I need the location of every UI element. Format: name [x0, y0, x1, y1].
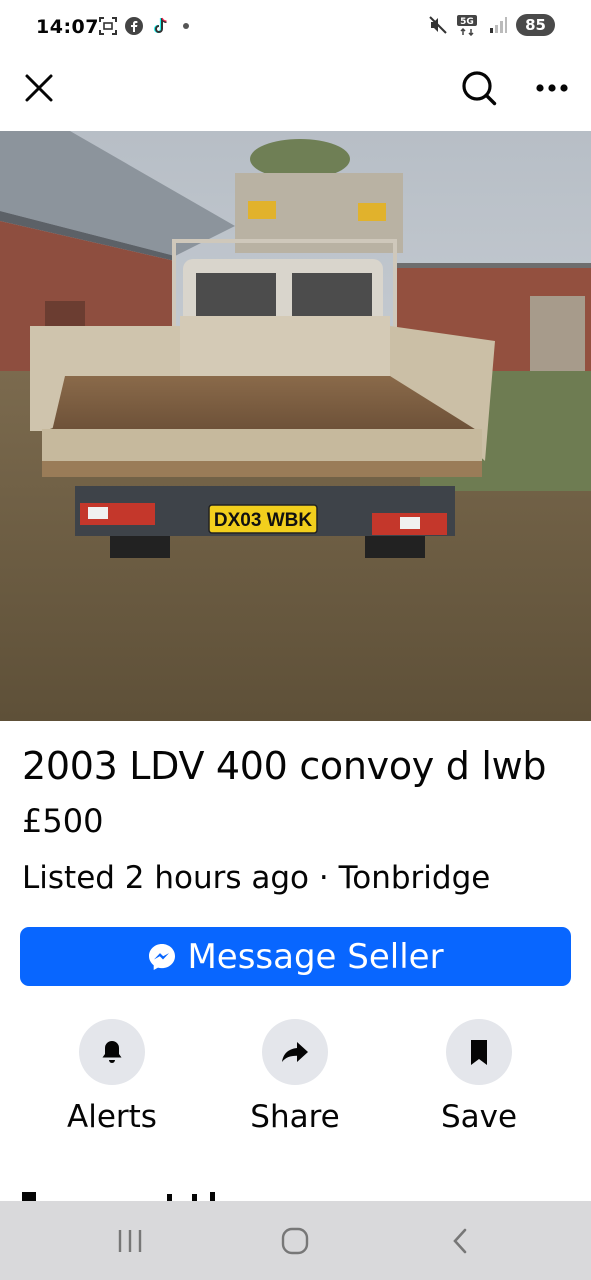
cutoff-text-shape [22, 1192, 215, 1201]
5g-text: 5G [460, 17, 474, 27]
listing-price: £500 [22, 802, 104, 840]
close-icon [25, 74, 53, 102]
save-label: Save [440, 1099, 518, 1135]
description-heading-peek [22, 1188, 322, 1201]
more-icon [536, 84, 568, 92]
status-right-icons: 5G 85 [428, 14, 555, 36]
status-left-icons [98, 16, 196, 36]
share-label: Share [250, 1099, 340, 1135]
listing-title: 2003 LDV 400 convoy d lwb [22, 744, 547, 788]
bell-icon [102, 1041, 122, 1063]
share-button[interactable]: Share [220, 1019, 370, 1135]
signal-icon [488, 15, 508, 35]
bookmark-icon [471, 1040, 487, 1065]
dot-icon [176, 16, 196, 36]
alerts-label: Alerts [67, 1099, 157, 1135]
home-icon [281, 1227, 309, 1255]
status-bar: 14:07 5G 85 [0, 0, 591, 56]
back-button[interactable] [437, 1223, 485, 1259]
top-bar [0, 56, 591, 130]
recent-apps-icon [118, 1230, 142, 1252]
search-button[interactable] [455, 64, 503, 112]
screenshot-icon [98, 16, 118, 36]
tiktok-icon [150, 16, 170, 36]
alerts-button[interactable]: Alerts [37, 1019, 187, 1135]
home-button[interactable] [271, 1223, 319, 1259]
save-button[interactable]: Save [404, 1019, 554, 1135]
alerts-icon-circle [79, 1019, 145, 1085]
back-icon [453, 1228, 467, 1254]
recent-apps-button[interactable] [106, 1223, 154, 1259]
share-arrow-icon [282, 1042, 308, 1062]
messenger-icon [149, 943, 176, 970]
more-options-button[interactable] [528, 64, 576, 112]
listing-photo[interactable]: DX03 WBK [0, 131, 591, 721]
listing-meta: Listed 2 hours ago · Tonbridge [22, 860, 491, 896]
5g-icon: 5G [456, 15, 480, 36]
save-icon-circle [446, 1019, 512, 1085]
message-seller-button[interactable]: Message Seller [20, 927, 571, 986]
search-icon [462, 71, 497, 106]
facebook-icon [124, 16, 144, 36]
message-seller-label: Message Seller [187, 936, 444, 977]
truck-photo-illustration: DX03 WBK [0, 131, 591, 721]
system-nav-bar [0, 1201, 591, 1280]
mute-icon [428, 15, 448, 35]
close-button[interactable] [15, 64, 63, 112]
status-time: 14:07 [36, 16, 99, 38]
share-icon-circle [262, 1019, 328, 1085]
license-plate-text: DX03 WBK [214, 510, 312, 531]
battery-indicator: 85 [516, 14, 555, 36]
